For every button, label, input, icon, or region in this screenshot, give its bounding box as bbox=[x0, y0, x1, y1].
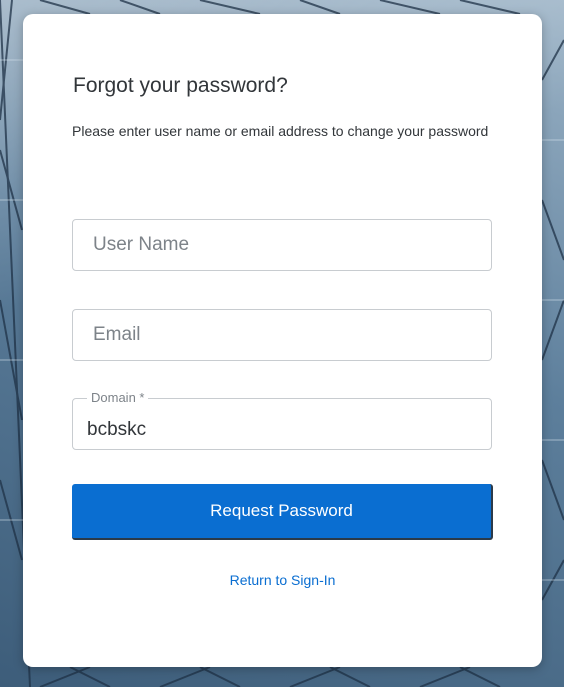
request-password-button[interactable]: Request Password bbox=[72, 484, 493, 540]
domain-input[interactable] bbox=[73, 399, 491, 449]
email-input[interactable] bbox=[73, 310, 491, 360]
username-input[interactable] bbox=[73, 220, 491, 270]
domain-field[interactable]: Domain * bbox=[72, 391, 492, 450]
username-field[interactable] bbox=[72, 219, 492, 271]
instructions-text: Please enter user name or email address … bbox=[72, 123, 489, 139]
page-title: Forgot your password? bbox=[73, 74, 288, 97]
forgot-password-card: Forgot your password? Please enter user … bbox=[23, 14, 542, 667]
email-field[interactable] bbox=[72, 309, 492, 361]
return-to-sign-in-link[interactable]: Return to Sign-In bbox=[23, 572, 542, 588]
